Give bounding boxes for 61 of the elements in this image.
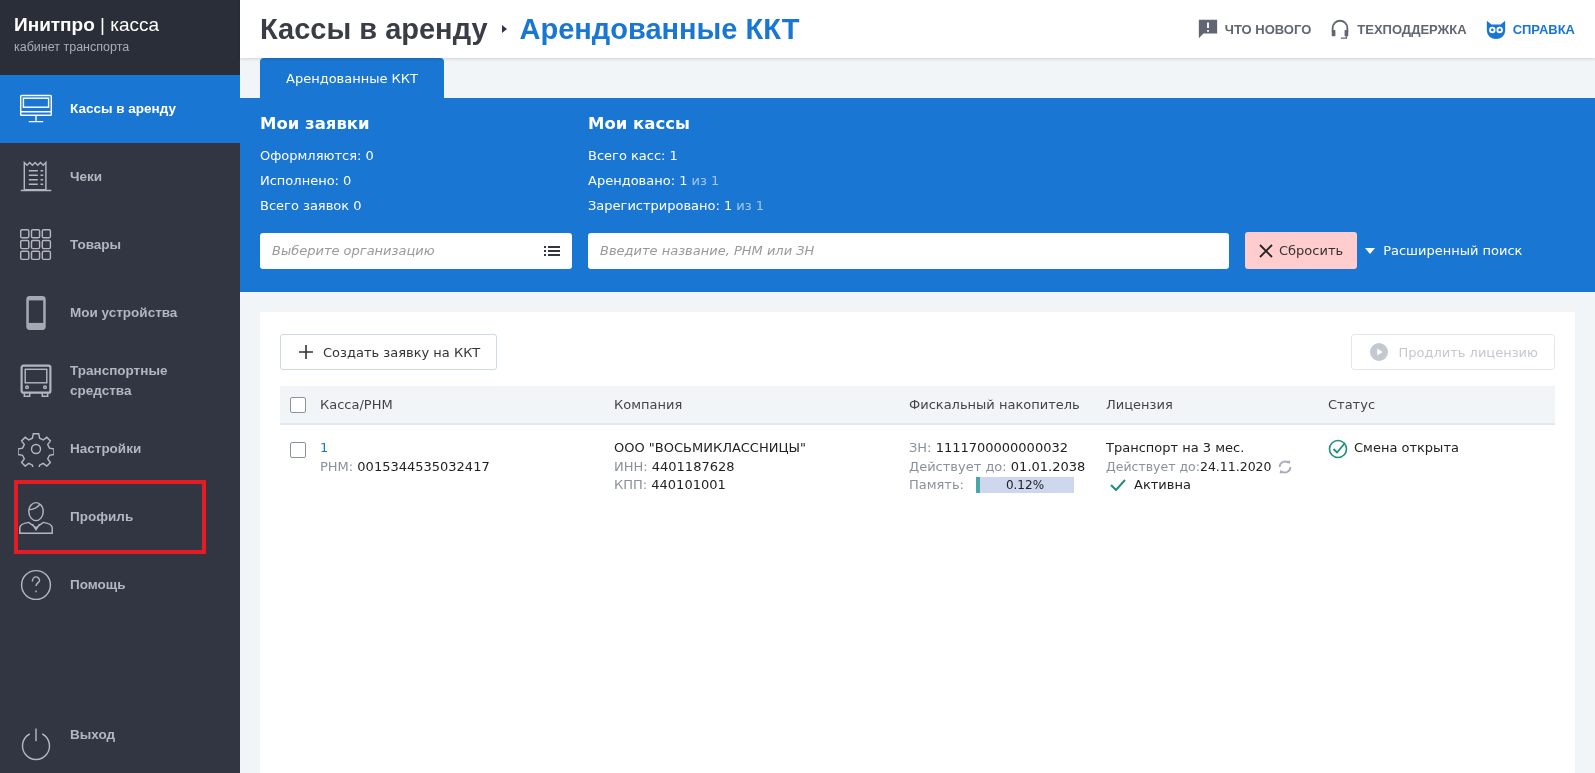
checkbox[interactable] — [290, 442, 306, 458]
nav-item[interactable]: Товары — [0, 211, 206, 279]
summary-line: Исполнено: 0 — [260, 172, 353, 190]
owl-icon — [1484, 18, 1507, 40]
bus-icon — [18, 363, 54, 399]
header-link[interactable]: ТЕХПОДДЕРЖКА — [1329, 18, 1467, 40]
summary-line: Оформляются: 0 — [260, 147, 375, 165]
header-link[interactable]: СПРАВКА — [1484, 18, 1575, 40]
chevron-icon — [499, 24, 508, 34]
brand-logo: Инитпро | касса — [14, 14, 161, 36]
summary-title: Мои кассы — [588, 114, 691, 133]
fn-expiry-text: Действует до: 01.01.2038 — [909, 457, 1087, 476]
memory-bar: 0.12% — [976, 477, 1074, 494]
column-header: Фискальный накопитель — [909, 397, 1081, 412]
inn-text: ИНН: 4401187628 — [614, 457, 736, 476]
nav-item[interactable]: Помощь — [0, 551, 206, 619]
memory-label: Память: — [909, 476, 964, 494]
checkbox[interactable] — [290, 396, 306, 413]
summary-title: Мои заявки — [260, 114, 371, 133]
help-icon — [18, 567, 54, 603]
play-icon — [1370, 343, 1389, 361]
page-title: Арендованные ККТ — [519, 12, 800, 46]
grid-icon — [18, 227, 54, 263]
list-icon — [544, 244, 560, 257]
close-icon — [1259, 243, 1273, 258]
create-request-button[interactable]: Создать заявку на ККТ — [280, 334, 498, 370]
advanced-search-link[interactable]: Расширенный поиск — [1365, 243, 1523, 258]
summary-line: Всего заявок 0 — [260, 197, 363, 215]
kkt-number-link[interactable]: 1 — [320, 439, 490, 458]
column-header: Компания — [614, 397, 684, 412]
user-icon — [18, 499, 54, 535]
column-header: Лицензия — [1106, 397, 1174, 412]
zn-text: ЗН: 1111700000000032 — [909, 439, 1069, 457]
plus-icon — [299, 345, 313, 359]
nav-item[interactable]: Профиль — [14, 480, 206, 554]
nav-item[interactable]: Мои устройства — [0, 279, 206, 347]
brand-subtitle: кабинет транспорта — [14, 40, 131, 54]
license-state: Активна — [1134, 476, 1191, 494]
header-link[interactable]: ЧТО НОВОГО — [1196, 18, 1312, 40]
nav-item[interactable]: Кассы в аренду — [0, 75, 240, 143]
nav-item[interactable]: Чеки — [0, 143, 206, 211]
summary-line: Арендовано: 1 из 1 — [588, 172, 721, 190]
tab[interactable]: Арендованные ККТ — [260, 58, 444, 98]
rnm-text: РНМ: 0015344535032417 — [320, 457, 490, 476]
company-name: ООО "ВОСЬМИКЛАССНИЦЫ" — [614, 439, 807, 457]
summary-line: Зарегистрировано: 1 из 1 — [588, 197, 766, 215]
nav-item[interactable]: Настройки — [0, 415, 206, 483]
settings-icon — [18, 431, 54, 467]
license-name: Транспорт на 3 мес. — [1106, 439, 1246, 457]
kpp-text: КПП: 440101001 — [614, 476, 727, 494]
logout-item[interactable]: Выход — [0, 723, 206, 773]
license-expiry-text: Действует до:24.11.2020 — [1106, 457, 1272, 476]
status-text: Смена открыта — [1354, 439, 1459, 457]
breadcrumb-link[interactable]: Кассы в аренду — [260, 12, 488, 46]
column-header: Статус — [1328, 397, 1377, 412]
reset-button[interactable]: Сбросить — [1245, 232, 1358, 269]
column-header: Касса/РНМ — [320, 397, 393, 412]
summary-line: Всего касс: 1 — [588, 147, 679, 165]
caret-icon — [1365, 247, 1376, 254]
nav-item[interactable]: Транспортные средства — [0, 347, 206, 415]
message-icon — [1196, 18, 1219, 40]
